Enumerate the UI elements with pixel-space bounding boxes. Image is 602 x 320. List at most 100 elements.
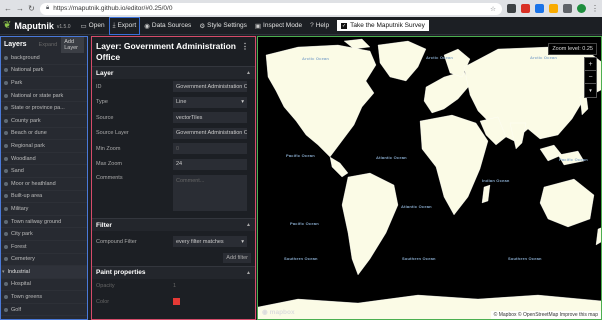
extension-icon-red[interactable] (521, 4, 530, 13)
ocean-label: Pacific Ocean (286, 153, 315, 158)
layer-visibility-icon (4, 181, 8, 186)
type-select[interactable]: Line ▾ (173, 96, 247, 108)
layer-item[interactable]: Woodland (1, 153, 87, 166)
data-sources-button[interactable]: ◉ Data Sources (140, 17, 195, 35)
opacity-value[interactable]: 1 (173, 283, 176, 289)
layer-item[interactable]: background (1, 52, 87, 65)
layer-visibility-icon (4, 307, 8, 312)
app-version: v1.5.0 (56, 24, 71, 30)
layer-group[interactable]: ▾ Industrial (1, 266, 87, 279)
layer-label: Built-up area (11, 193, 43, 200)
zoom-in-button[interactable]: + (585, 58, 596, 71)
inspect-icon: ▣ (254, 22, 262, 30)
add-layer-button[interactable]: Add Layer (61, 37, 84, 53)
id-field-row: ID Government Administration O (92, 79, 255, 95)
layer-label: Moor or heathland (11, 180, 56, 187)
address-bar[interactable]: 🔒︎ https://maputnik.github.io/editor/#0.… (40, 2, 502, 15)
layer-item[interactable]: Built-up area (1, 191, 87, 204)
min-zoom-input[interactable]: 0 (173, 143, 247, 155)
layer-label: County park (11, 117, 41, 124)
ocean-label: Atlantic Ocean (376, 155, 407, 160)
layer-section-header[interactable]: Layer ▲ (92, 66, 255, 79)
comments-field-row: Comments Comment... (92, 172, 255, 212)
compound-filter-value: every filter matches (176, 238, 224, 245)
filter-section-header[interactable]: Filter ▲ (92, 218, 255, 231)
layer-item[interactable]: Hospital (1, 279, 87, 292)
layer-item[interactable]: Cemetery (1, 254, 87, 267)
chevron-up-icon: ▲ (246, 70, 251, 76)
open-button[interactable]: ▭ Open (77, 17, 109, 35)
extension-icon-yellow[interactable] (549, 4, 558, 13)
source-layer-input[interactable]: Government Administration O (173, 127, 247, 139)
map-view[interactable]: Arctic Ocean Arctic Ocean Arctic Ocean P… (257, 36, 602, 320)
browser-menu-icon[interactable]: ⋮ (591, 4, 599, 13)
color-field-row: Color (92, 294, 255, 310)
layer-visibility-icon (4, 244, 8, 249)
max-zoom-input[interactable]: 24 (173, 158, 247, 170)
mapbox-logo[interactable]: ◉ mapbox (262, 308, 295, 317)
data-sources-label: Data Sources (151, 22, 192, 29)
caret-down-icon[interactable]: ▾ (2, 269, 5, 275)
extension-icon-blue[interactable] (535, 4, 544, 13)
layer-visibility-icon (4, 219, 8, 224)
forward-icon[interactable]: → (16, 4, 24, 13)
layer-item[interactable]: County park (1, 115, 87, 128)
chevron-down-icon: ▾ (241, 238, 244, 245)
layer-item[interactable]: State or province pa... (1, 102, 87, 115)
compound-filter-select[interactable]: every filter matches ▾ (173, 236, 247, 248)
layer-item[interactable]: Sand (1, 165, 87, 178)
more-menu-icon[interactable]: ⋮ (241, 41, 249, 52)
zoom-level-label: Zoom level: (552, 46, 581, 52)
id-input[interactable]: Government Administration O (173, 81, 247, 93)
back-icon[interactable]: ← (4, 4, 12, 13)
reload-icon[interactable]: ↻ (28, 4, 35, 13)
style-settings-button[interactable]: ⚙ Style Settings (195, 17, 251, 35)
database-icon: ◉ (144, 22, 150, 30)
layer-item[interactable]: National or state park (1, 90, 87, 103)
layer-visibility-icon (4, 257, 8, 262)
map-attribution[interactable]: © Mapbox © OpenStreetMap Improve this ma… (490, 311, 601, 319)
survey-button[interactable]: ✓ Take the Maputnik Survey (337, 20, 429, 31)
zoom-out-button[interactable]: − (585, 71, 596, 84)
layer-label: Town railway ground (11, 218, 62, 225)
type-field-row: Type Line ▾ (92, 95, 255, 111)
color-label: Color (96, 298, 110, 305)
layer-item[interactable]: Golf (1, 304, 87, 317)
app-logo: ❦ Maputnik v1.5.0 (0, 17, 77, 35)
layer-label: Town greens (11, 294, 43, 301)
layer-item[interactable]: Forest (1, 241, 87, 254)
layers-panel: Layers Expand Add Layer background Nation… (0, 36, 88, 320)
source-input[interactable]: vectorTiles (173, 112, 247, 124)
layer-label: Military (11, 205, 29, 212)
comments-label: Comments (96, 175, 123, 181)
source-field-row: Source vectorTiles (92, 110, 255, 126)
export-button[interactable]: ⤓ Export (108, 16, 141, 35)
layer-item[interactable]: Moor or heathland (1, 178, 87, 191)
add-filter-button[interactable]: Add filter (223, 252, 251, 263)
layer-title-text: Layer: Government Administration Office (96, 41, 236, 62)
layer-item[interactable]: City park (1, 228, 87, 241)
layer-visibility-icon (4, 194, 8, 199)
layer-item[interactable]: Park (1, 77, 87, 90)
ocean-label: Atlantic Ocean (401, 204, 432, 209)
extension-icon-gray[interactable] (563, 4, 572, 13)
layer-label: City park (11, 231, 33, 238)
layer-item[interactable]: Regional park (1, 140, 87, 153)
expand-button[interactable]: Expand (39, 42, 58, 48)
paint-section-header[interactable]: Paint properties ▲ (92, 265, 255, 279)
layer-item[interactable]: Military (1, 203, 87, 216)
color-swatch[interactable] (173, 298, 180, 306)
layer-item[interactable]: Beach or dune (1, 128, 87, 141)
profile-avatar[interactable] (577, 4, 586, 13)
layer-item[interactable]: Town greens (1, 291, 87, 304)
help-button[interactable]: ? Help (306, 17, 333, 35)
layer-item[interactable]: Town railway ground (1, 216, 87, 229)
layer-item[interactable]: National park (1, 65, 87, 78)
max-zoom-field-row: Max Zoom 24 (92, 157, 255, 173)
compass-button[interactable]: ▼ (585, 84, 596, 97)
comments-textarea[interactable]: Comment... (173, 175, 247, 211)
inspect-mode-button[interactable]: ▣ Inspect Mode (251, 17, 306, 35)
browser-bar: ← → ↻ 🔒︎ https://maputnik.github.io/edit… (0, 0, 602, 17)
extension-icon-dark[interactable] (507, 4, 516, 13)
star-icon[interactable]: ☆ (490, 5, 496, 13)
